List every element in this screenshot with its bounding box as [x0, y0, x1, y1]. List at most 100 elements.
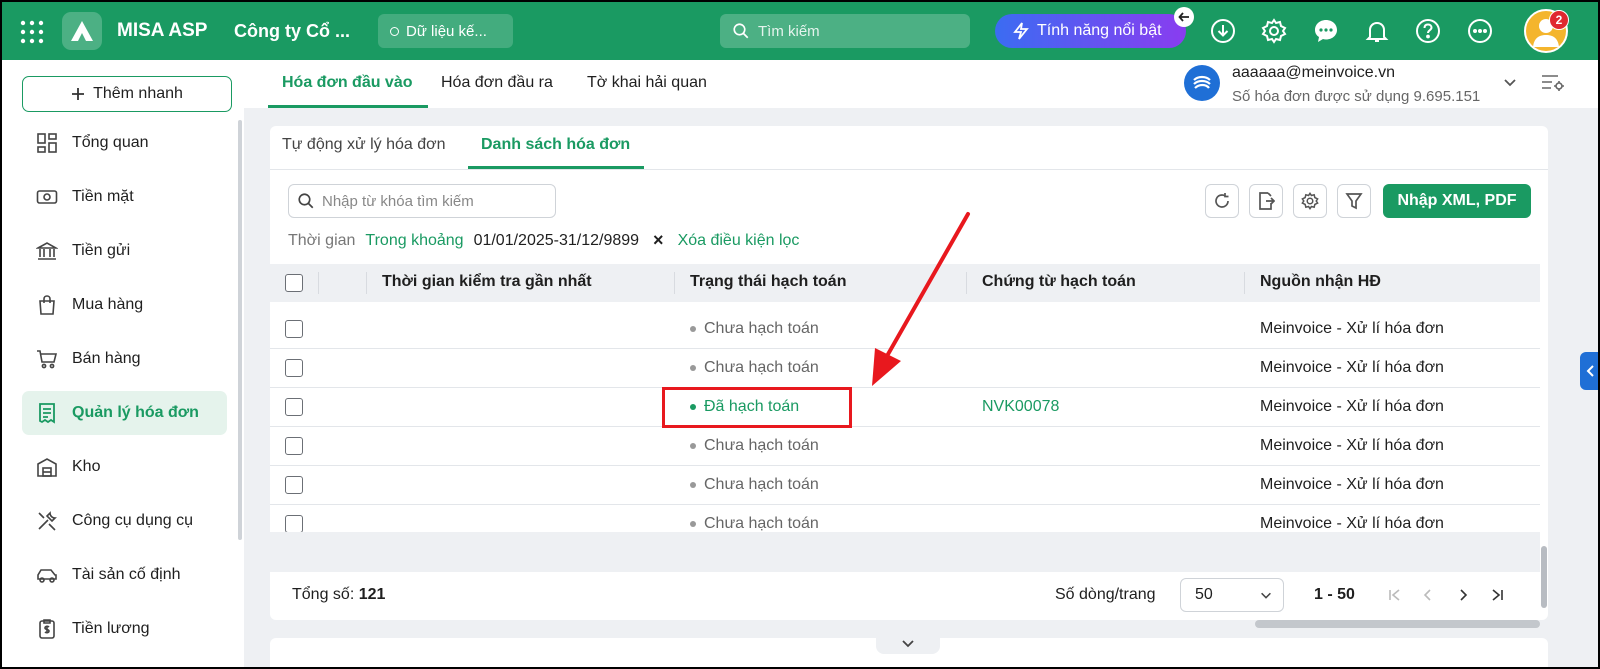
table-row[interactable]: Chưa hạch toán Meinvoice - Xử lí hóa đơn [270, 466, 1540, 505]
arrow-left-icon[interactable] [1174, 7, 1194, 27]
next-page-icon[interactable] [1453, 584, 1473, 606]
filter-range: 01/01/2025-31/12/9899 [473, 231, 640, 249]
featured-button[interactable]: Tính năng nổi bật [995, 14, 1186, 48]
status-text: Chưa hạch toán [704, 359, 819, 376]
table-row[interactable]: Chưa hạch toán Meinvoice - Xử lí hóa đơn [270, 505, 1540, 532]
global-search[interactable]: Tìm kiếm [720, 14, 970, 48]
tab-auto-processing[interactable]: Tự động xử lý hóa đơn [282, 136, 446, 154]
misa-logo [62, 12, 102, 50]
import-xml-pdf-button[interactable]: Nhập XML, PDF [1383, 184, 1531, 218]
help-icon[interactable] [1415, 18, 1441, 44]
chevron-down-icon[interactable] [1502, 74, 1518, 95]
sidebar-item-overview[interactable]: Tổng quan [22, 121, 227, 165]
col-invoice-source[interactable]: Nguồn nhận HĐ [1260, 273, 1381, 291]
gear-icon[interactable] [1261, 18, 1287, 44]
column-divider [366, 272, 367, 294]
cart-icon [37, 350, 58, 369]
refresh-button[interactable] [1205, 184, 1239, 218]
column-divider [966, 272, 967, 294]
sidebar-item-invoices[interactable]: Quản lý hóa đơn [22, 391, 227, 435]
sidebar-item-salary[interactable]: Tiền lương [22, 607, 227, 651]
source-cell: Meinvoice - Xử lí hóa đơn [1260, 320, 1444, 337]
chat-icon[interactable] [1313, 18, 1339, 44]
keyword-search-input[interactable]: Nhập từ khóa tìm kiếm [288, 184, 556, 218]
select-all-checkbox[interactable] [285, 274, 303, 292]
settings-button[interactable] [1293, 184, 1327, 218]
source-cell: Meinvoice - Xử lí hóa đơn [1260, 398, 1444, 415]
table-horizontal-scrollbar[interactable] [1255, 620, 1540, 628]
row-checkbox[interactable] [285, 437, 303, 455]
global-search-placeholder: Tìm kiếm [758, 22, 820, 40]
sidebar-item-label: Bán hàng [72, 350, 141, 367]
close-icon[interactable]: × [653, 230, 664, 251]
previous-page-icon[interactable] [1418, 584, 1438, 606]
status-dot [690, 365, 696, 371]
sidebar-item-fixed-assets[interactable]: Tài sản cố định [22, 553, 227, 597]
table-empty-area [270, 532, 1540, 572]
source-cell: Meinvoice - Xử lí hóa đơn [1260, 515, 1444, 532]
row-checkbox[interactable] [285, 515, 303, 532]
side-panel-toggle[interactable] [1580, 352, 1598, 390]
rows-per-page-label: Số dòng/trang [1055, 586, 1156, 603]
col-accounting-status[interactable]: Trạng thái hạch toán [690, 273, 846, 291]
row-checkbox[interactable] [285, 320, 303, 338]
sidebar-item-tools[interactable]: Công cụ dụng cụ [22, 499, 227, 543]
sidebar-item-cash[interactable]: Tiền mặt [22, 175, 227, 219]
sidebar-item-label: Tiền gửi [72, 242, 131, 259]
invoice-icon [39, 403, 55, 424]
sidebar-item-label: Tiền mặt [72, 188, 134, 205]
table-row[interactable]: Chưa hạch toán Meinvoice - Xử lí hóa đơn [270, 349, 1540, 388]
tab-invoice-list[interactable]: Danh sách hóa đơn [481, 136, 630, 154]
filter-button[interactable] [1337, 184, 1371, 218]
table-vertical-scrollbar[interactable] [1540, 264, 1548, 612]
top-bar: MISA ASP Công ty Cổ ... Dữ liệu kế... Tì… [2, 2, 1598, 60]
rows-per-page-select[interactable]: 50 [1180, 578, 1284, 612]
active-tab-indicator [268, 105, 428, 108]
sidebar-item-sales[interactable]: Bán hàng [22, 337, 227, 381]
download-icon[interactable] [1210, 18, 1236, 44]
status-text: Chưa hạch toán [704, 320, 819, 337]
active-filter: Thời gian Trong khoảng 01/01/2025-31/12/… [288, 230, 799, 251]
quick-add-button[interactable]: Thêm nhanh [22, 76, 232, 112]
sidebar-scrollbar[interactable] [238, 120, 242, 540]
first-page-icon[interactable] [1385, 584, 1405, 606]
clear-filter-link[interactable]: Xóa điều kiện lọc [678, 232, 800, 250]
tab-customs-declaration[interactable]: Tờ khai hải quan [587, 74, 707, 92]
data-selector-label: Dữ liệu kế... [406, 22, 487, 40]
company-selector[interactable]: Công ty Cổ ... [234, 21, 350, 42]
column-settings-icon[interactable] [1540, 72, 1566, 99]
more-icon[interactable] [1467, 18, 1493, 44]
chevron-left-icon [1586, 365, 1594, 377]
sidebar-item-purchase[interactable]: Mua hàng [22, 283, 227, 327]
column-divider [674, 272, 675, 294]
export-button[interactable] [1249, 184, 1283, 218]
col-last-checked[interactable]: Thời gian kiểm tra gần nhất [382, 273, 592, 291]
tab-output-invoices[interactable]: Hóa đơn đầu ra [441, 74, 553, 92]
document-link[interactable]: NVK00078 [982, 398, 1059, 416]
keyword-placeholder: Nhập từ khóa tìm kiếm [322, 192, 474, 210]
status-dot [690, 521, 696, 527]
sidebar-item-label: Tài sản cố định [72, 566, 181, 583]
sidebar-item-label: Mua hàng [72, 296, 144, 313]
table-row[interactable]: Chưa hạch toán Meinvoice - Xử lí hóa đơn [270, 310, 1540, 349]
app-launcher-icon[interactable] [20, 20, 44, 44]
total-value: 121 [358, 586, 386, 603]
status-cell: Chưa hạch toán [690, 515, 819, 532]
table-row[interactable]: Chưa hạch toán Meinvoice - Xử lí hóa đơn [270, 427, 1540, 466]
data-selector[interactable]: Dữ liệu kế... [378, 14, 513, 48]
sidebar-item-bank[interactable]: Tiền gửi [22, 229, 227, 273]
account-email: aaaaaa@meinvoice.vn [1232, 64, 1396, 81]
tab-input-invoices[interactable]: Hóa đơn đầu vào [282, 74, 413, 92]
col-accounting-document[interactable]: Chứng từ hạch toán [982, 273, 1136, 291]
total-count: Tổng số: 121 [292, 586, 385, 604]
row-checkbox[interactable] [285, 359, 303, 377]
bell-icon[interactable] [1364, 18, 1390, 44]
table-row[interactable]: Đã hạch toán NVK00078 Meinvoice - Xử lí … [270, 388, 1540, 427]
filter-mode[interactable]: Trong khoảng [365, 232, 463, 250]
collapse-panel-icon[interactable] [876, 634, 940, 654]
row-checkbox[interactable] [285, 398, 303, 416]
last-page-icon[interactable] [1487, 584, 1507, 606]
dashboard-icon [37, 133, 57, 153]
row-checkbox[interactable] [285, 476, 303, 494]
sidebar-item-warehouse[interactable]: Kho [22, 445, 227, 489]
